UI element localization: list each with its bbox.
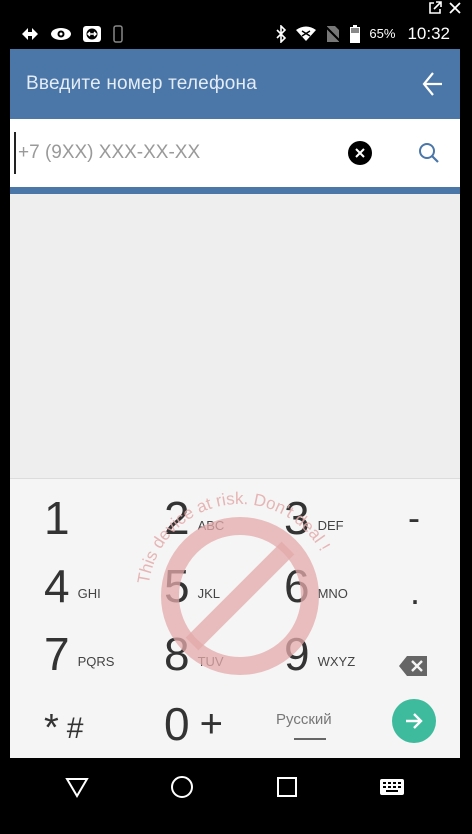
key-4[interactable]: 4 GHI xyxy=(44,563,101,609)
key-2[interactable]: 2 ABC xyxy=(164,495,224,541)
search-icon xyxy=(419,143,439,163)
system-nav-bar xyxy=(10,758,460,816)
eye-icon xyxy=(51,27,71,40)
backspace-button[interactable] xyxy=(398,655,428,682)
key-1[interactable]: 1 xyxy=(44,495,70,541)
close-icon xyxy=(355,148,365,158)
phone-number-input[interactable] xyxy=(14,132,338,174)
close-window-icon[interactable] xyxy=(448,1,462,15)
back-arrow-icon[interactable] xyxy=(420,70,444,98)
key-dash[interactable]: - xyxy=(408,497,420,539)
external-link-icon[interactable] xyxy=(428,1,442,15)
search-underline xyxy=(10,187,460,194)
numeric-keypad: 1 2 ABC 3 DEF - 4 GHI 5 JKL 6 MNO . 7 PQ… xyxy=(10,478,460,758)
key-6[interactable]: 6 MNO xyxy=(284,563,348,609)
key-8[interactable]: 8 TUV xyxy=(164,631,224,677)
results-area xyxy=(10,194,460,478)
key-plus: + xyxy=(199,701,223,746)
back-triangle-icon[interactable] xyxy=(65,776,89,798)
key-3[interactable]: 3 DEF xyxy=(284,495,344,541)
submit-button[interactable] xyxy=(392,699,436,743)
key-star: * xyxy=(44,707,59,749)
recents-square-icon[interactable] xyxy=(276,776,298,798)
bluetooth-icon xyxy=(276,24,287,43)
home-circle-icon[interactable] xyxy=(170,775,194,799)
remote-control-icon xyxy=(83,25,101,42)
key-star-hash[interactable]: * # xyxy=(44,707,83,750)
key-hash: # xyxy=(66,711,84,745)
key-9[interactable]: 9 WXYZ xyxy=(284,631,355,677)
keyboard-icon[interactable] xyxy=(379,778,405,796)
battery-percent: 65% xyxy=(369,26,396,41)
wifi-icon xyxy=(296,26,317,41)
teamviewer-arrows-icon xyxy=(22,27,38,40)
phone-screen: 65% 10:32 Введите номер телефона 1 2 ABC… xyxy=(10,18,460,816)
vibrate-icon xyxy=(113,24,123,43)
status-bar: 65% 10:32 xyxy=(10,18,460,49)
clear-button[interactable] xyxy=(348,141,372,165)
key-0[interactable]: 0 + xyxy=(164,701,223,747)
no-sim-icon xyxy=(325,25,342,42)
key-5[interactable]: 5 JKL xyxy=(164,563,220,609)
language-underline xyxy=(294,738,326,740)
backspace-icon xyxy=(399,656,427,676)
language-switch[interactable]: Русский xyxy=(276,711,332,728)
page-title: Введите номер телефона xyxy=(26,73,258,94)
arrow-right-icon xyxy=(406,713,423,729)
key-7[interactable]: 7 PQRS xyxy=(44,631,114,677)
search-bar xyxy=(10,119,460,187)
key-dot[interactable]: . xyxy=(410,571,420,613)
window-controls xyxy=(428,0,462,16)
app-bar: Введите номер телефона xyxy=(10,49,460,119)
search-button[interactable] xyxy=(418,142,440,164)
clock: 10:32 xyxy=(407,23,450,43)
battery-icon xyxy=(350,24,361,43)
